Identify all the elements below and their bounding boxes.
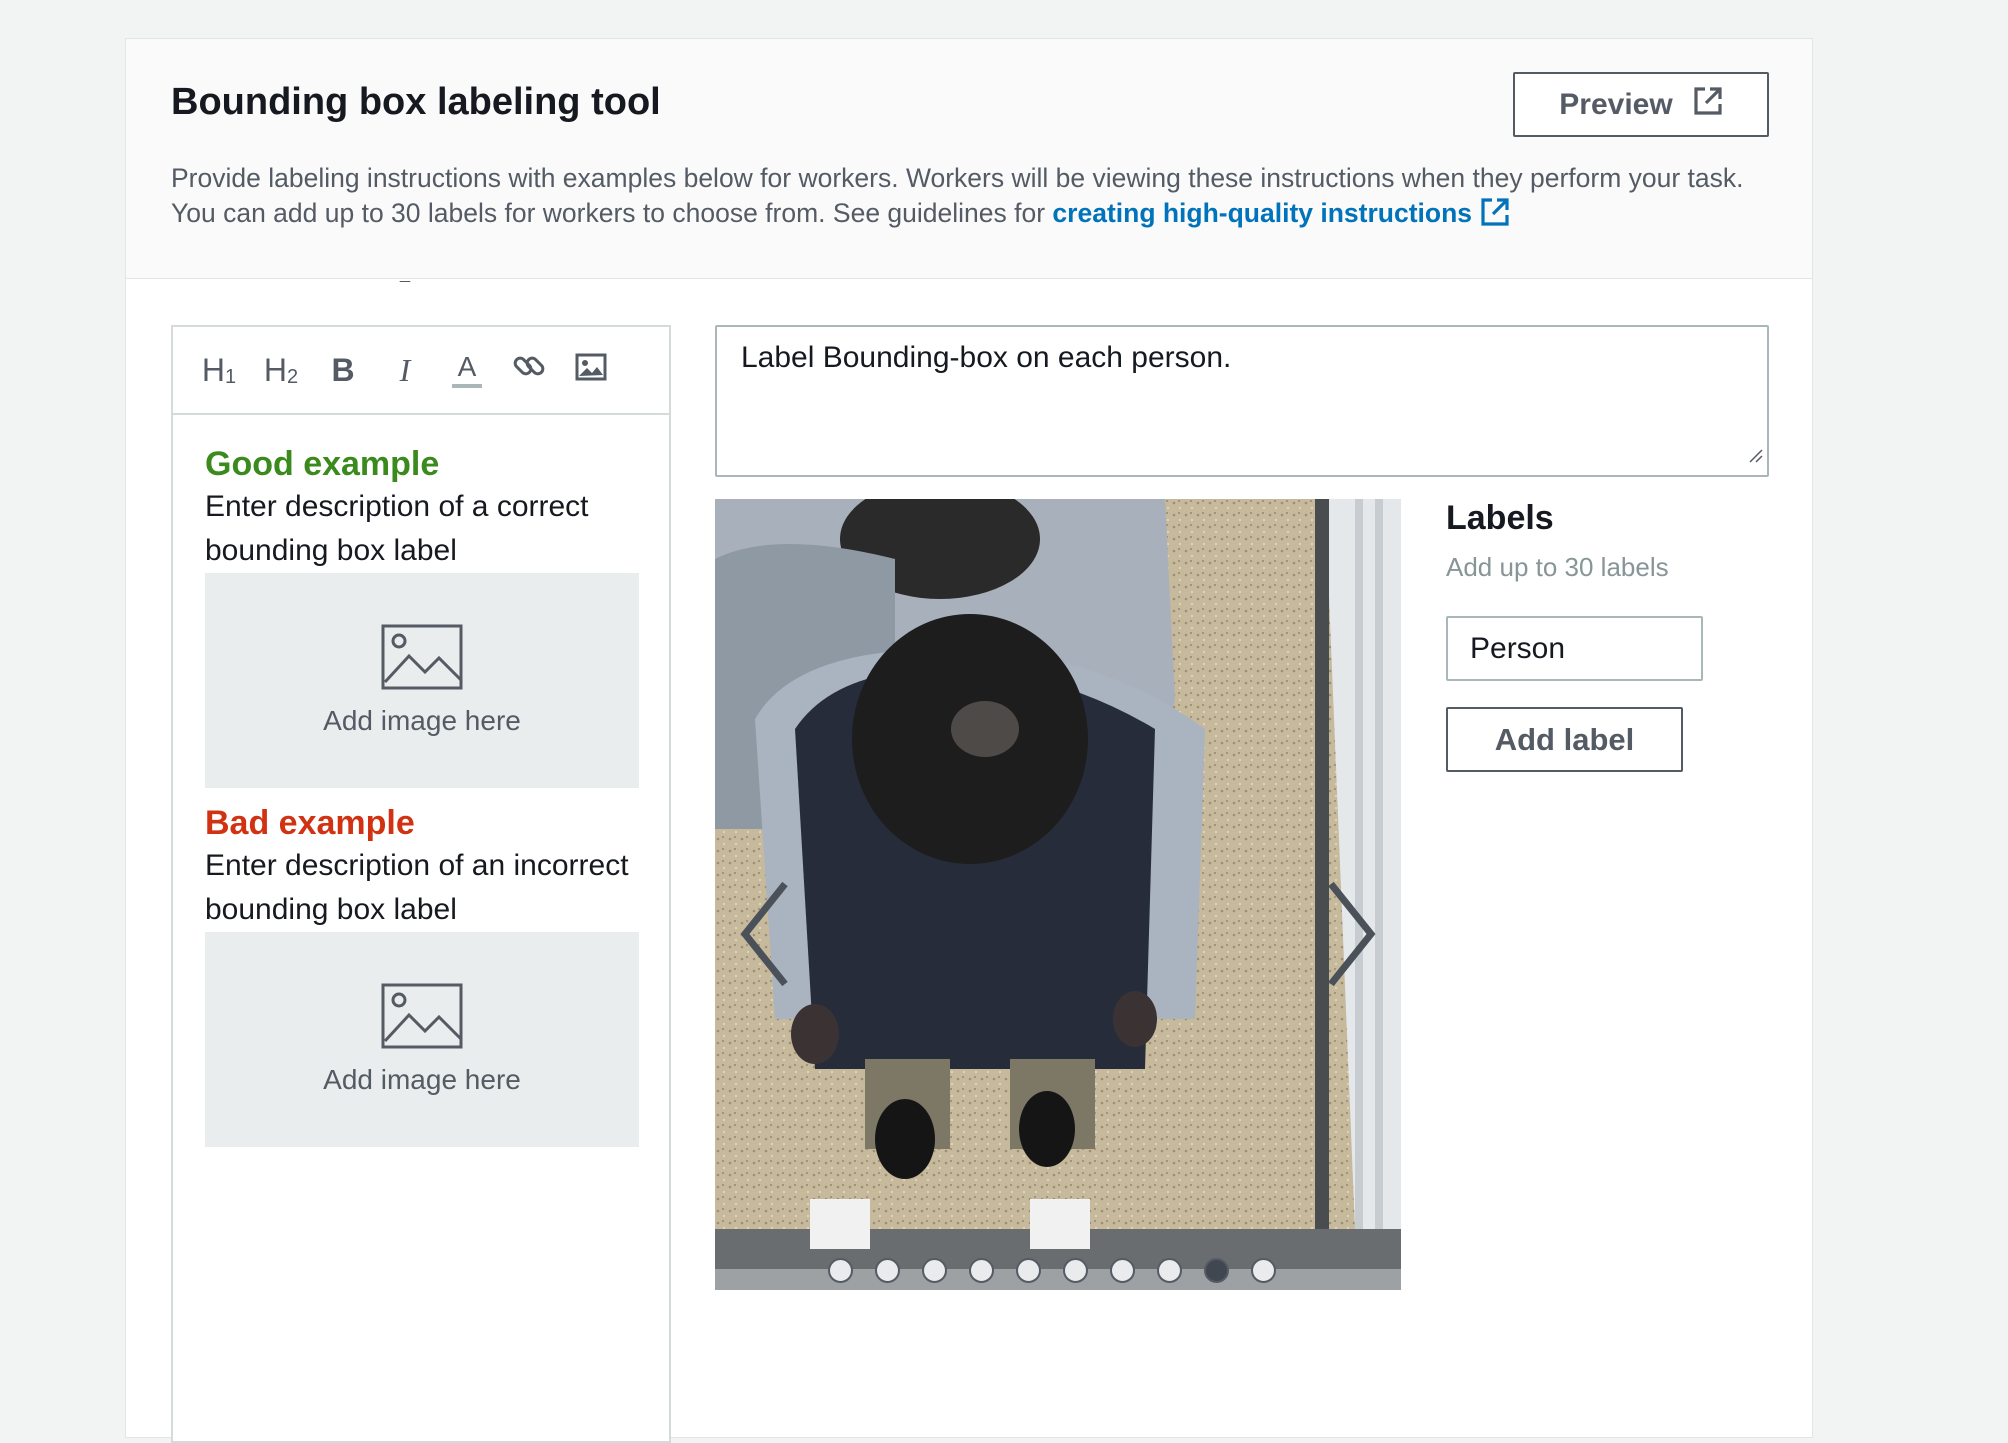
short-instruction-textarea[interactable]: Label Bounding-box on each person.	[715, 325, 1769, 477]
high-quality-instructions-link[interactable]: creating high-quality instructions	[1052, 198, 1510, 228]
image-icon	[575, 352, 607, 389]
labels-heading: Labels	[1446, 499, 1554, 537]
carousel-dot[interactable]	[1251, 1258, 1276, 1283]
heading-2-button[interactable]: H2	[261, 350, 301, 390]
carousel-previous-button[interactable]	[735, 879, 795, 989]
heading-1-icon: H1	[202, 352, 236, 389]
heading-2-icon: H2	[264, 352, 298, 389]
heading-2-subscript: 2	[286, 365, 299, 388]
bad-example-description: Enter description of an incorrect boundi…	[205, 849, 629, 926]
labeling-tool-panel: Bounding box labeling tool Preview Provi…	[125, 38, 1813, 1443]
instructions-editor[interactable]: H1 H2 B I A Good example Enter descripti…	[171, 325, 671, 1443]
panel-header: Bounding box labeling tool Preview Provi…	[126, 39, 1812, 279]
label-input[interactable]	[1446, 616, 1703, 681]
font-color-icon: A	[457, 350, 477, 382]
image-placeholder-icon	[381, 624, 463, 695]
preview-button-label: Preview	[1559, 87, 1673, 121]
carousel-dot[interactable]	[1204, 1258, 1229, 1283]
external-link-icon	[1480, 197, 1510, 236]
carousel-dot[interactable]	[1110, 1258, 1135, 1283]
bad-example-image-dropzone[interactable]: Add image here	[205, 932, 639, 1147]
carousel-dot[interactable]	[922, 1258, 947, 1283]
heading-1-subscript: 1	[224, 365, 237, 388]
heading-1-glyph: H	[201, 351, 225, 388]
instructions-description: Provide labeling instructions with examp…	[171, 161, 1791, 236]
insert-image-button[interactable]	[571, 350, 611, 390]
image-placeholder-icon	[381, 983, 463, 1054]
carousel-dot[interactable]	[1157, 1258, 1182, 1283]
link-button[interactable]	[509, 350, 549, 390]
preview-button[interactable]: Preview	[1513, 72, 1769, 137]
carousel-dot[interactable]	[1063, 1258, 1088, 1283]
font-color-button[interactable]: A	[447, 350, 487, 390]
link-label: creating high-quality instructions	[1052, 198, 1473, 228]
carousel-next-button[interactable]	[1321, 879, 1381, 989]
labels-hint: Add up to 30 labels	[1446, 552, 1669, 582]
sample-image-carousel	[715, 499, 1401, 1290]
image-placeholder-text: Add image here	[323, 1064, 521, 1095]
resize-handle-icon[interactable]	[1747, 437, 1763, 471]
italic-icon: I	[399, 351, 411, 388]
carousel-pagination	[828, 1258, 1276, 1283]
external-link-icon	[1693, 86, 1723, 124]
bold-icon: B	[331, 351, 355, 388]
good-example-image-dropzone[interactable]: Add image here	[205, 573, 639, 788]
chevron-left-icon	[735, 881, 795, 993]
heading-2-glyph: H	[263, 351, 287, 388]
bold-button[interactable]: B	[323, 350, 363, 390]
image-placeholder-text: Add image here	[323, 705, 521, 736]
page-title: Bounding box labeling tool	[171, 81, 661, 123]
chevron-right-icon	[1321, 881, 1381, 993]
editor-content[interactable]: Good example Enter description of a corr…	[173, 415, 669, 1147]
font-color-bar	[452, 383, 482, 388]
heading-1-button[interactable]: H1	[199, 350, 239, 390]
sample-photo	[715, 499, 1401, 1290]
bad-example-heading: Bad example	[205, 804, 415, 842]
italic-button[interactable]: I	[385, 350, 425, 390]
good-example-heading: Good example	[205, 445, 440, 483]
carousel-dot[interactable]	[828, 1258, 853, 1283]
carousel-dot[interactable]	[1016, 1258, 1041, 1283]
add-label-button[interactable]: Add label	[1446, 707, 1683, 772]
carousel-dot[interactable]	[875, 1258, 900, 1283]
link-icon	[512, 349, 546, 391]
good-example-description: Enter description of a correct bounding …	[205, 490, 589, 567]
carousel-dot[interactable]	[969, 1258, 994, 1283]
short-instruction-text: Label Bounding-box on each person.	[741, 341, 1232, 374]
editor-toolbar: H1 H2 B I A	[173, 327, 669, 415]
